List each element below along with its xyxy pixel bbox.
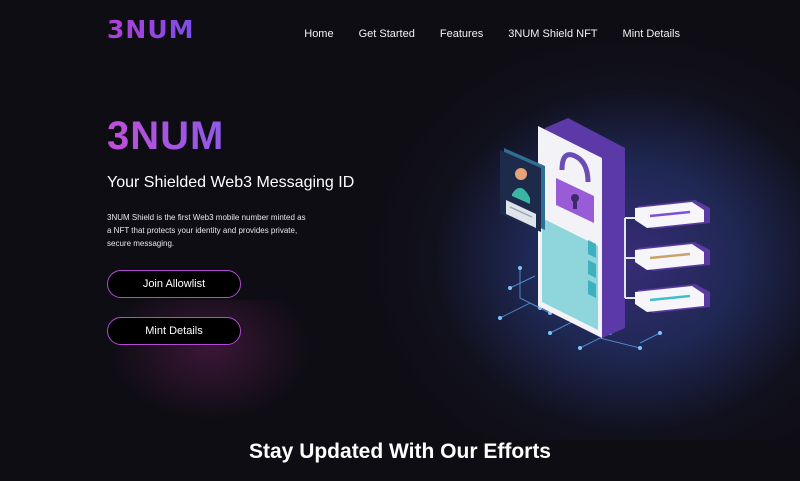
logo[interactable]: 3NUM <box>107 15 195 44</box>
nav-item-features[interactable]: Features <box>440 28 483 40</box>
join-allowlist-button[interactable]: Join Allowlist <box>107 270 241 298</box>
message-bubble-icon <box>624 200 710 313</box>
hero-subtitle: Your Shielded Web3 Messaging ID <box>107 174 355 191</box>
hero-illustration <box>498 118 710 350</box>
nav-item-mint-details[interactable]: Mint Details <box>623 28 680 40</box>
nav-item-get-started[interactable]: Get Started <box>359 28 415 40</box>
nav-item-home[interactable]: Home <box>304 28 333 40</box>
section-title: Stay Updated With Our Efforts <box>249 440 551 463</box>
mint-details-button[interactable]: Mint Details <box>107 317 241 345</box>
top-nav: Home Get Started Features 3NUM Shield NF… <box>304 28 680 40</box>
hero-description: 3NUM Shield is the first Web3 mobile num… <box>107 213 306 248</box>
hero-title: 3NUM <box>107 114 225 158</box>
nav-item-shield-nft[interactable]: 3NUM Shield NFT <box>508 28 597 40</box>
phone-icon <box>538 118 625 338</box>
